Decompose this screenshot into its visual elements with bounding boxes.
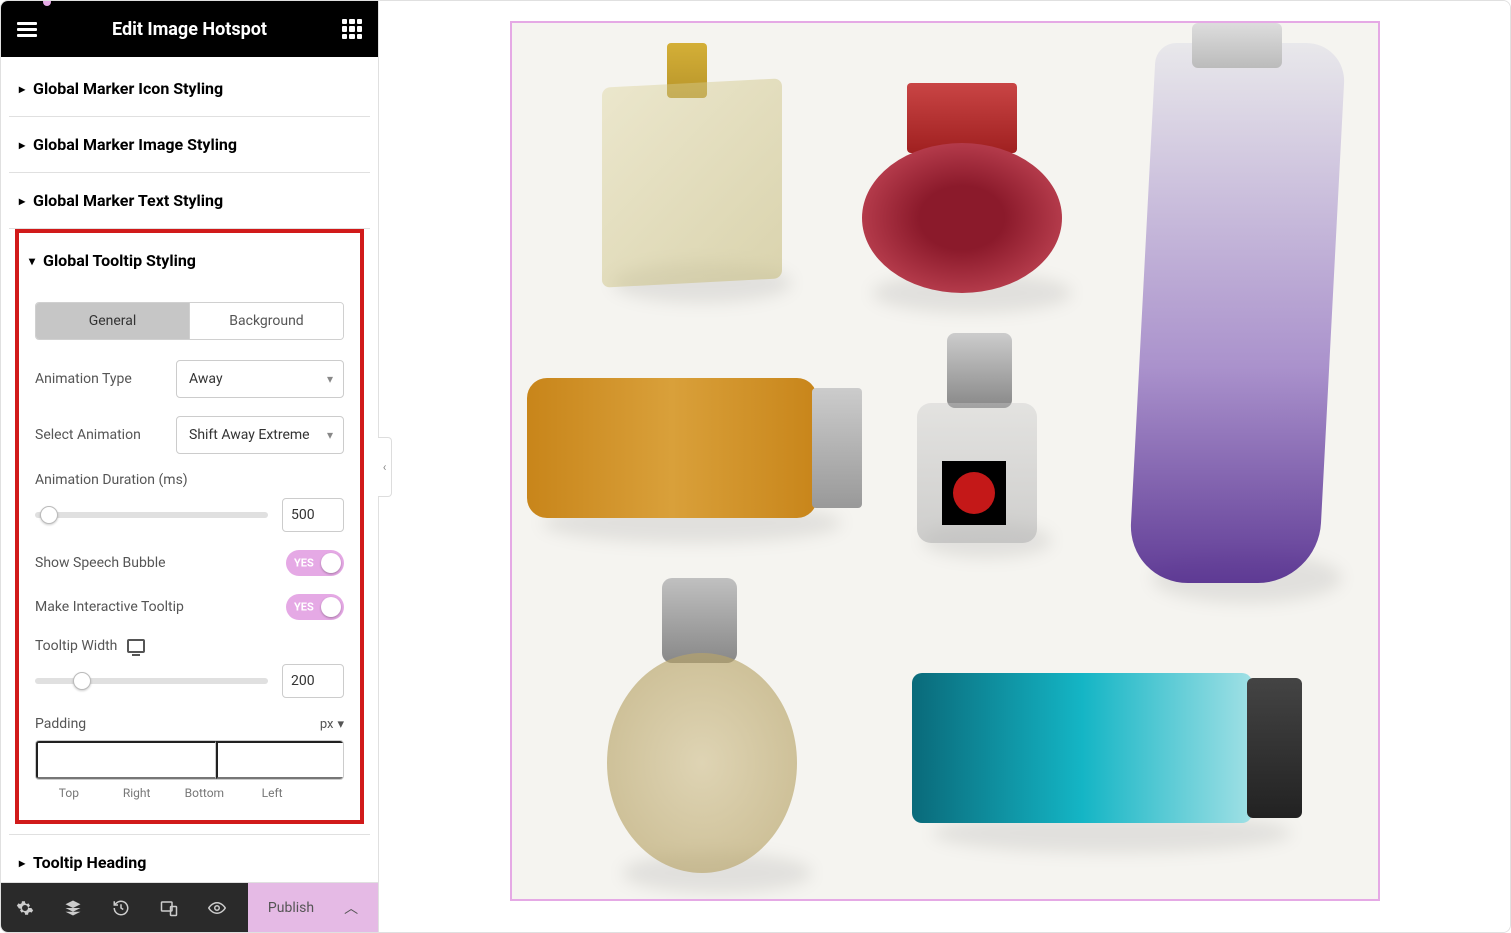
subtab-group: General Background — [35, 302, 344, 340]
perfume-bottle — [1192, 23, 1282, 68]
speech-bubble-label: Show Speech Bubble — [35, 555, 166, 571]
bottom-toolbar: Publish ︿ — [1, 882, 378, 932]
accordion-global-tooltip[interactable]: ▾ Global Tooltip Styling — [19, 233, 360, 288]
tooltip-width-slider[interactable] — [35, 678, 268, 684]
accordion-label: Global Marker Icon Styling — [33, 79, 223, 98]
perfume-bottle — [1247, 678, 1302, 818]
chevron-up-icon: ︿ — [344, 898, 358, 918]
interactive-tooltip-label: Make Interactive Tooltip — [35, 599, 184, 615]
padding-side-label: Top — [35, 786, 103, 800]
hotspot-marker[interactable] — [942, 461, 1006, 525]
padding-inputs — [35, 740, 344, 780]
sidebar-body: ▸ Global Marker Icon Styling ▸ Global Ma… — [1, 57, 378, 882]
perfume-bottle — [947, 333, 1012, 408]
panel-title: Edit Image Hotspot — [37, 19, 342, 40]
publish-button[interactable]: Publish ︿ — [248, 883, 378, 932]
caret-right-icon: ▸ — [19, 82, 25, 96]
toggle-state: YES — [294, 557, 314, 570]
slider-thumb[interactable] — [73, 672, 91, 690]
perfume-bottle — [602, 78, 782, 287]
accordion-tooltip-heading[interactable]: ▸ Tooltip Heading — [9, 835, 370, 882]
hotspot-image-frame[interactable] — [510, 21, 1380, 901]
apps-icon[interactable] — [342, 19, 362, 39]
perfume-bottle — [912, 673, 1252, 823]
chevron-down-icon: ▾ — [337, 717, 344, 732]
padding-side-label: Left — [238, 786, 306, 800]
caret-right-icon: ▸ — [19, 856, 25, 870]
accordion-label: Global Marker Text Styling — [33, 191, 223, 210]
layers-icon[interactable] — [49, 883, 97, 933]
perfume-bottle — [607, 653, 797, 873]
toggle-state: YES — [294, 601, 314, 614]
perfume-bottle — [662, 578, 737, 663]
desktop-icon[interactable] — [127, 639, 145, 653]
tooltip-width-input[interactable] — [282, 664, 344, 698]
select-animation-label: Select Animation — [35, 427, 141, 443]
slider-thumb[interactable] — [40, 506, 58, 524]
preview-icon[interactable] — [193, 883, 241, 933]
caret-right-icon: ▸ — [19, 194, 25, 208]
animation-duration-input[interactable] — [282, 498, 344, 532]
perfume-bottle — [527, 378, 817, 518]
animation-type-label: Animation Type — [35, 371, 132, 387]
padding-right-input[interactable] — [216, 741, 344, 779]
settings-icon[interactable] — [1, 883, 49, 933]
menu-icon[interactable] — [17, 19, 37, 39]
responsive-icon[interactable] — [145, 883, 193, 933]
publish-label: Publish — [268, 900, 314, 916]
perfume-bottle — [862, 143, 1062, 293]
accordion-global-marker-icon[interactable]: ▸ Global Marker Icon Styling — [9, 61, 370, 116]
padding-side-label: Right — [103, 786, 171, 800]
animation-type-select[interactable]: Away — [176, 360, 344, 398]
accordion-label: Global Tooltip Styling — [43, 251, 196, 270]
perfume-bottle — [1127, 43, 1345, 583]
tooltip-width-label: Tooltip Width — [35, 638, 117, 654]
animation-duration-label: Animation Duration (ms) — [35, 472, 344, 488]
padding-unit-select[interactable]: px ▾ — [320, 717, 344, 732]
perfume-bottle — [812, 388, 862, 508]
accordion-label: Tooltip Heading — [33, 853, 146, 872]
tab-general[interactable]: General — [36, 303, 189, 339]
sidebar-header: Edit Image Hotspot — [1, 1, 378, 57]
history-icon[interactable] — [97, 883, 145, 933]
padding-label: Padding — [35, 716, 86, 732]
speech-bubble-toggle[interactable]: YES — [286, 550, 344, 576]
padding-side-label: Bottom — [171, 786, 239, 800]
editor-sidebar: Edit Image Hotspot ▸ Global Marker Icon … — [1, 1, 379, 932]
editor-canvas[interactable]: ‹ — [379, 1, 1510, 932]
select-animation-select[interactable]: Shift Away Extreme — [176, 416, 344, 454]
accordion-global-marker-text[interactable]: ▸ Global Marker Text Styling — [9, 173, 370, 228]
tab-background[interactable]: Background — [189, 303, 343, 339]
caret-down-icon: ▾ — [29, 254, 35, 268]
interactive-tooltip-toggle[interactable]: YES — [286, 594, 344, 620]
tooltip-styling-content: General Background Animation Type Away S… — [19, 302, 360, 800]
caret-right-icon: ▸ — [19, 138, 25, 152]
collapse-sidebar-handle[interactable]: ‹ — [378, 437, 392, 497]
accordion-global-marker-image[interactable]: ▸ Global Marker Image Styling — [9, 117, 370, 172]
highlighted-section: ▾ Global Tooltip Styling General Backgro… — [15, 229, 364, 824]
animation-duration-slider[interactable] — [35, 512, 268, 518]
padding-top-input[interactable] — [36, 741, 216, 779]
accordion-label: Global Marker Image Styling — [33, 135, 237, 154]
